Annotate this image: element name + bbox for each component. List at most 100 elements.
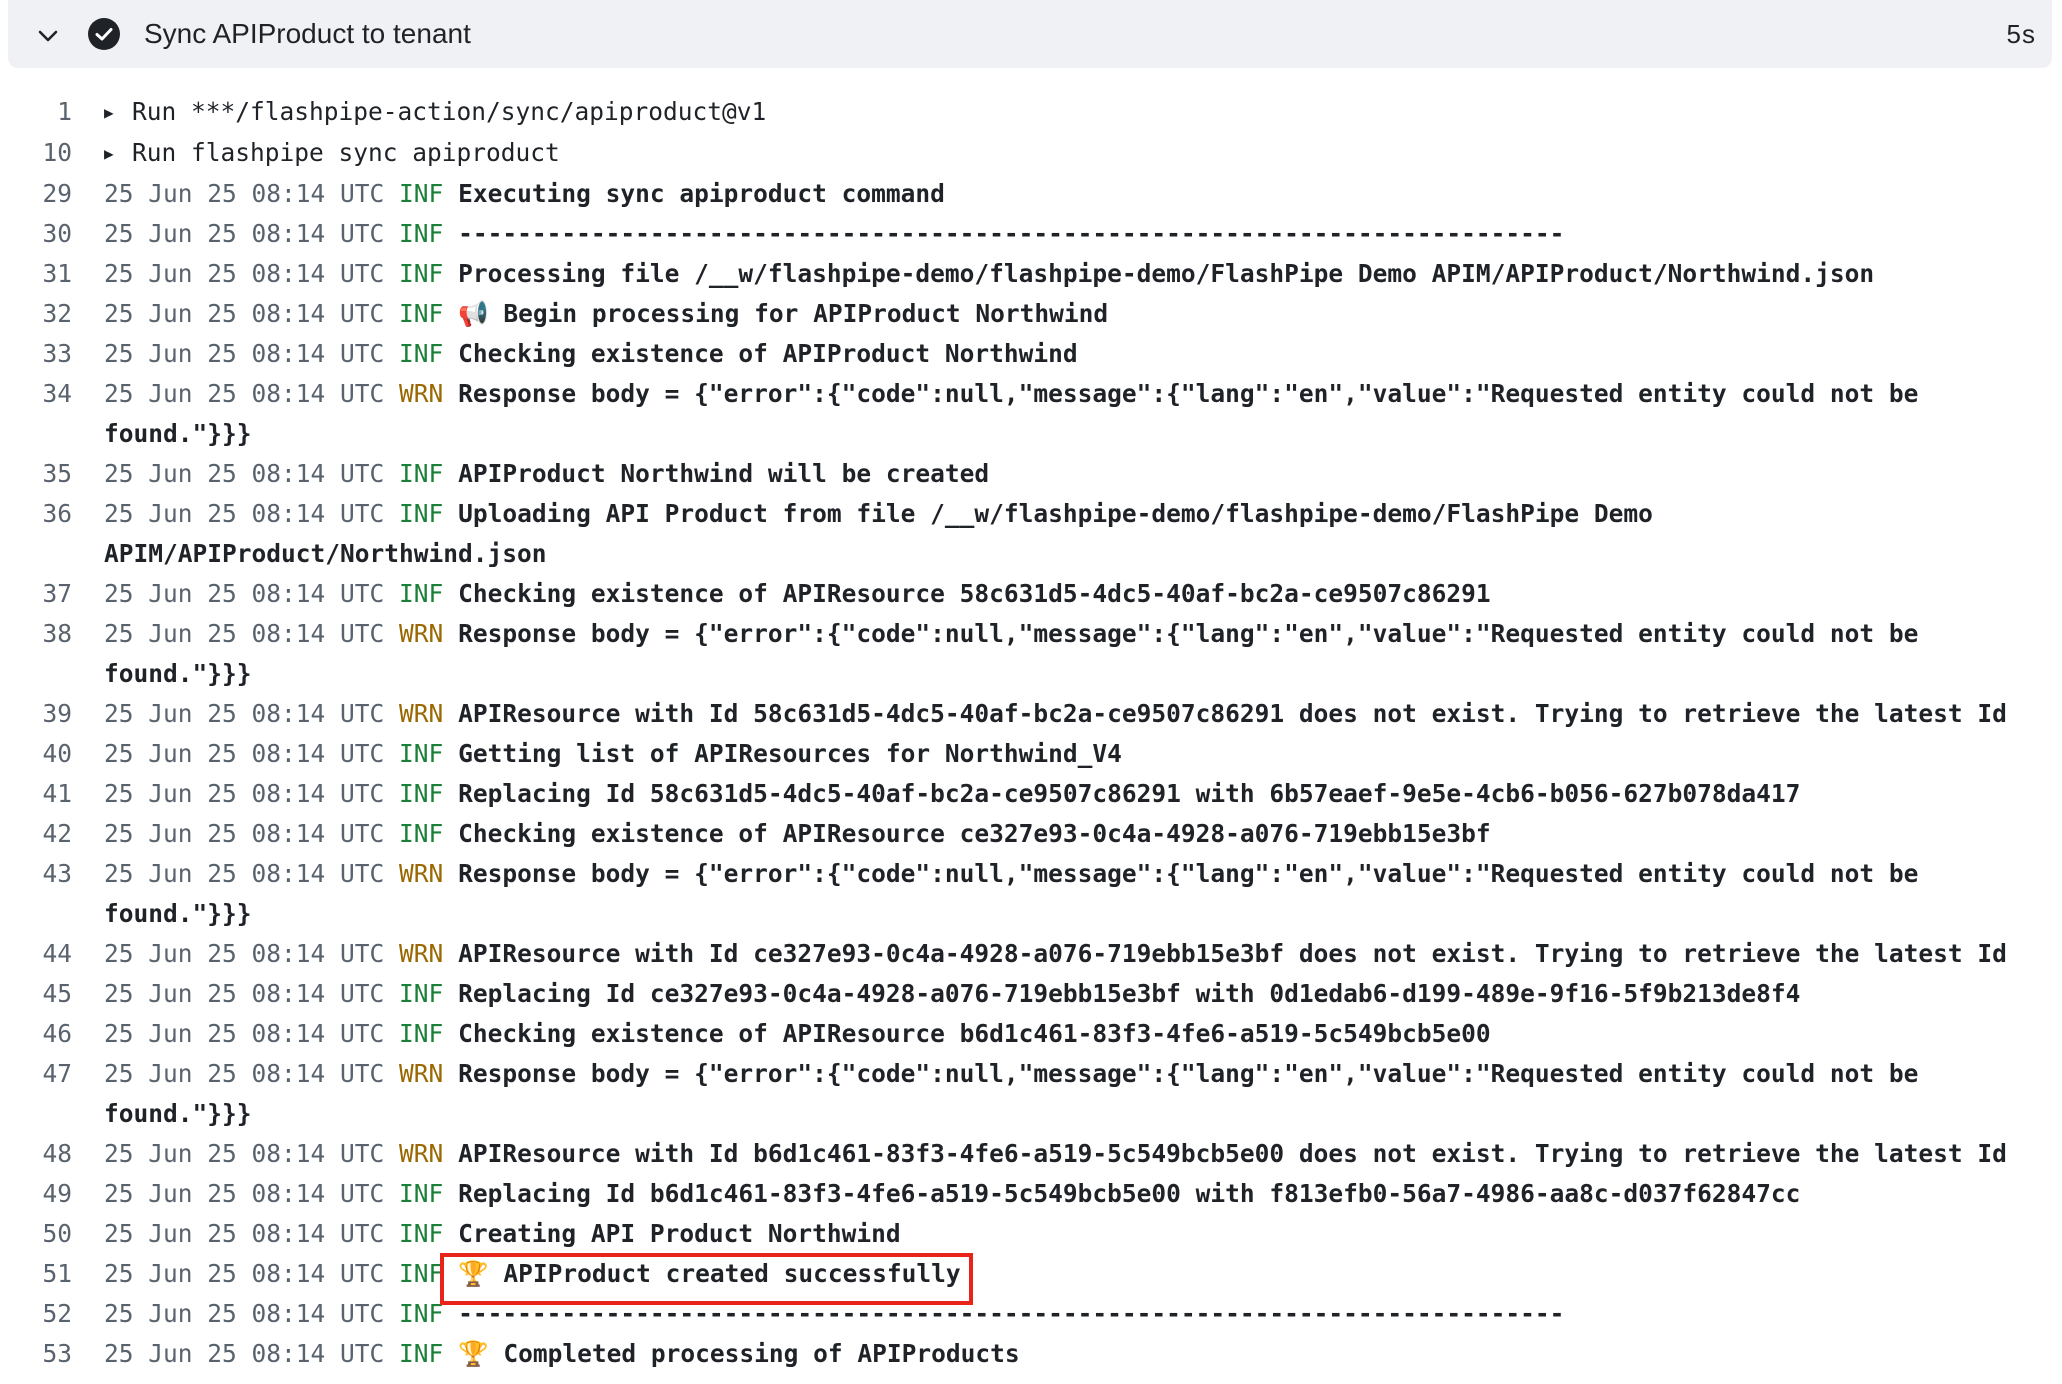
log-message: APIResource with Id ce327e93-0c4a-4928-a… bbox=[458, 939, 2007, 968]
log-content: 25 Jun 25 08:14 UTC INF ----------------… bbox=[104, 1294, 2062, 1334]
line-number[interactable]: 30 bbox=[0, 214, 104, 254]
log-line[interactable]: 1 ▶ Run ***/flashpipe-action/sync/apiprodu… bbox=[0, 92, 2062, 133]
line-number[interactable]: 52 bbox=[0, 1294, 104, 1334]
log-message: Processing file /__w/flashpipe-demo/flas… bbox=[458, 259, 1875, 288]
line-number[interactable]: 33 bbox=[0, 334, 104, 374]
log-line[interactable]: 44 25 Jun 25 08:14 UTC WRN APIResource wi… bbox=[0, 934, 2062, 974]
line-number[interactable]: 37 bbox=[0, 574, 104, 614]
log-timestamp: 25 Jun 25 08:14 UTC bbox=[104, 299, 385, 328]
run-command[interactable]: Run ***/flashpipe-action/sync/apiproduct… bbox=[132, 97, 766, 126]
log-content: 25 Jun 25 08:14 UTC WRN APIResource with… bbox=[104, 694, 2062, 734]
log-line[interactable]: 42 25 Jun 25 08:14 UTC INF Checking exist… bbox=[0, 814, 2062, 854]
log-line[interactable]: 37 25 Jun 25 08:14 UTC INF Checking exist… bbox=[0, 574, 2062, 614]
log-timestamp: 25 Jun 25 08:14 UTC bbox=[104, 1139, 385, 1168]
log-content: 25 Jun 25 08:14 UTC WRN Response body = … bbox=[104, 854, 2062, 934]
log-message: ----------------------------------------… bbox=[458, 1299, 1565, 1328]
line-number[interactable]: 44 bbox=[0, 934, 104, 974]
log-level: INF bbox=[399, 579, 444, 608]
log-level: WRN bbox=[399, 1139, 444, 1168]
log-timestamp: 25 Jun 25 08:14 UTC bbox=[104, 1259, 385, 1288]
log-level: WRN bbox=[399, 379, 444, 408]
log-level: INF bbox=[399, 1019, 444, 1048]
log-line[interactable]: 10 ▶ Run flashpipe sync apiproduct bbox=[0, 133, 2062, 174]
log-content: 25 Jun 25 08:14 UTC INF Executing sync a… bbox=[104, 174, 2062, 214]
log-line[interactable]: 31 25 Jun 25 08:14 UTC INF Processing fil… bbox=[0, 254, 2062, 294]
log-line[interactable]: 39 25 Jun 25 08:14 UTC WRN APIResource wi… bbox=[0, 694, 2062, 734]
expand-triangle-icon[interactable]: ▶ bbox=[104, 93, 132, 133]
line-number[interactable]: 31 bbox=[0, 254, 104, 294]
line-number[interactable]: 29 bbox=[0, 174, 104, 214]
log-line[interactable]: 34 25 Jun 25 08:14 UTC WRN Response body … bbox=[0, 374, 2062, 454]
log-content: 25 Jun 25 08:14 UTC INF Checking existen… bbox=[104, 574, 2062, 614]
line-number[interactable]: 49 bbox=[0, 1174, 104, 1214]
log-line[interactable]: 41 25 Jun 25 08:14 UTC INF Replacing Id 5… bbox=[0, 774, 2062, 814]
line-number[interactable]: 42 bbox=[0, 814, 104, 854]
log-timestamp: 25 Jun 25 08:14 UTC bbox=[104, 739, 385, 768]
log-message: Checking existence of APIResource ce327e… bbox=[458, 819, 1491, 848]
log-level: INF bbox=[399, 979, 444, 1008]
log-content: 25 Jun 25 08:14 UTC INF APIProduct North… bbox=[104, 454, 2062, 494]
log-line[interactable]: 40 25 Jun 25 08:14 UTC INF Getting list o… bbox=[0, 734, 2062, 774]
log-timestamp: 25 Jun 25 08:14 UTC bbox=[104, 579, 385, 608]
log-level: INF bbox=[399, 1339, 444, 1368]
log-line[interactable]: 52 25 Jun 25 08:14 UTC INF --------------… bbox=[0, 1294, 2062, 1334]
line-number[interactable]: 10 bbox=[0, 133, 104, 173]
chevron-down-icon[interactable] bbox=[36, 24, 60, 48]
log-line[interactable]: 43 25 Jun 25 08:14 UTC WRN Response body … bbox=[0, 854, 2062, 934]
log-timestamp: 25 Jun 25 08:14 UTC bbox=[104, 259, 385, 288]
line-number[interactable]: 43 bbox=[0, 854, 104, 894]
log-timestamp: 25 Jun 25 08:14 UTC bbox=[104, 459, 385, 488]
log-line[interactable]: 36 25 Jun 25 08:14 UTC INF Uploading API … bbox=[0, 494, 2062, 574]
log-content: 25 Jun 25 08:14 UTC INF ----------------… bbox=[104, 214, 2062, 254]
log-message: Replacing Id 58c631d5-4dc5-40af-bc2a-ce9… bbox=[458, 779, 1801, 808]
log-line[interactable]: 33 25 Jun 25 08:14 UTC INF Checking exist… bbox=[0, 334, 2062, 374]
log-message: APIResource with Id 58c631d5-4dc5-40af-b… bbox=[458, 699, 2007, 728]
log-timestamp: 25 Jun 25 08:14 UTC bbox=[104, 1339, 385, 1368]
log-line[interactable]: 35 25 Jun 25 08:14 UTC INF APIProduct Nor… bbox=[0, 454, 2062, 494]
log-line[interactable]: 32 25 Jun 25 08:14 UTC INF 📢 Begin proces… bbox=[0, 294, 2062, 334]
line-number[interactable]: 41 bbox=[0, 774, 104, 814]
log-content: 25 Jun 25 08:14 UTC INF Uploading API Pr… bbox=[104, 494, 2062, 574]
line-number[interactable]: 45 bbox=[0, 974, 104, 1014]
step-header[interactable]: Sync APIProduct to tenant 5s bbox=[8, 0, 2052, 68]
line-number[interactable]: 47 bbox=[0, 1054, 104, 1094]
log-level: INF bbox=[399, 1259, 444, 1288]
line-number[interactable]: 32 bbox=[0, 294, 104, 334]
log-line[interactable]: 38 25 Jun 25 08:14 UTC WRN Response body … bbox=[0, 614, 2062, 694]
line-number[interactable]: 53 bbox=[0, 1334, 104, 1374]
step-duration: 5s bbox=[2006, 19, 2036, 49]
log-line[interactable]: 45 25 Jun 25 08:14 UTC INF Replacing Id c… bbox=[0, 974, 2062, 1014]
log-line[interactable]: 29 25 Jun 25 08:14 UTC INF Executing sync… bbox=[0, 174, 2062, 214]
line-number[interactable]: 51 bbox=[0, 1254, 104, 1294]
run-command[interactable]: Run flashpipe sync apiproduct bbox=[132, 138, 560, 167]
line-number[interactable]: 35 bbox=[0, 454, 104, 494]
line-number[interactable]: 39 bbox=[0, 694, 104, 734]
log-message: APIResource with Id b6d1c461-83f3-4fe6-a… bbox=[458, 1139, 2007, 1168]
log-line[interactable]: 47 25 Jun 25 08:14 UTC WRN Response body … bbox=[0, 1054, 2062, 1134]
log-line[interactable]: 53 25 Jun 25 08:14 UTC INF 🏆 Completed pr… bbox=[0, 1334, 2062, 1374]
log-message: Replacing Id b6d1c461-83f3-4fe6-a519-5c5… bbox=[458, 1179, 1801, 1208]
expand-triangle-icon[interactable]: ▶ bbox=[104, 134, 132, 174]
line-number[interactable]: 50 bbox=[0, 1214, 104, 1254]
line-number[interactable]: 36 bbox=[0, 494, 104, 534]
line-number[interactable]: 34 bbox=[0, 374, 104, 414]
log-line[interactable]: 50 25 Jun 25 08:14 UTC INF Creating API P… bbox=[0, 1214, 2062, 1254]
line-number[interactable]: 48 bbox=[0, 1134, 104, 1174]
log-content: 25 Jun 25 08:14 UTC INF Replacing Id b6d… bbox=[104, 1174, 2062, 1214]
log-message: 🏆 Completed processing of APIProducts bbox=[458, 1339, 1020, 1368]
line-number[interactable]: 46 bbox=[0, 1014, 104, 1054]
log-message: Checking existence of APIResource 58c631… bbox=[458, 579, 1491, 608]
log-line[interactable]: 30 25 Jun 25 08:14 UTC INF --------------… bbox=[0, 214, 2062, 254]
log-content: 25 Jun 25 08:14 UTC INF Creating API Pro… bbox=[104, 1214, 2062, 1254]
line-number[interactable]: 38 bbox=[0, 614, 104, 654]
log-line[interactable]: 46 25 Jun 25 08:14 UTC INF Checking exist… bbox=[0, 1014, 2062, 1054]
log-message: Getting list of APIResources for Northwi… bbox=[458, 739, 1122, 768]
log-level: INF bbox=[399, 1179, 444, 1208]
line-number[interactable]: 40 bbox=[0, 734, 104, 774]
log-line[interactable]: 51 25 Jun 25 08:14 UTC INF 🏆 APIProduct c… bbox=[0, 1254, 2062, 1294]
log-content: 25 Jun 25 08:14 UTC INF Processing file … bbox=[104, 254, 2062, 294]
log-timestamp: 25 Jun 25 08:14 UTC bbox=[104, 1219, 385, 1248]
line-number[interactable]: 1 bbox=[0, 92, 104, 132]
log-line[interactable]: 48 25 Jun 25 08:14 UTC WRN APIResource wi… bbox=[0, 1134, 2062, 1174]
log-line[interactable]: 49 25 Jun 25 08:14 UTC INF Replacing Id b… bbox=[0, 1174, 2062, 1214]
